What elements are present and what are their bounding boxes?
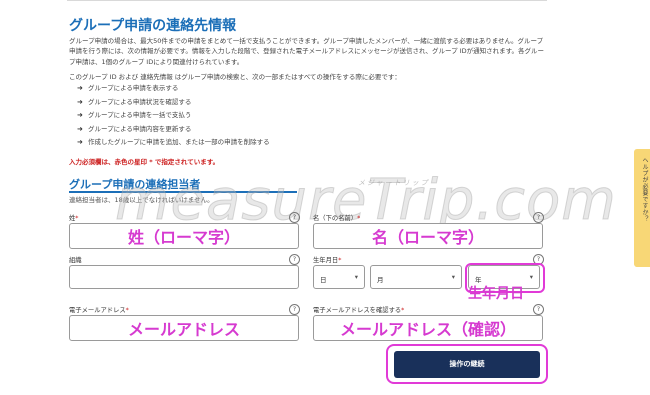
arrow-right-icon: ➜ xyxy=(77,97,83,106)
email-confirm-annotation: メールアドレス（確認） xyxy=(339,320,516,339)
last-name-annotation: 姓（ローマ字） xyxy=(127,228,240,247)
help-tab[interactable]: ヘルプが必要ですか？ xyxy=(634,149,650,267)
help-icon[interactable]: ? xyxy=(289,254,300,265)
required-star: * xyxy=(401,307,405,314)
required-star: * xyxy=(357,215,361,222)
help-icon[interactable]: ? xyxy=(533,212,544,223)
intro-text: グループ申請の場合は、最大50件までの申請をまとめて一括で支払うことができます。… xyxy=(69,36,549,82)
help-icon[interactable]: ? xyxy=(533,304,544,315)
first-name-input[interactable]: 名（ローマ字） xyxy=(313,223,543,249)
chevron-down-icon: ▾ xyxy=(451,273,455,281)
birth-month-select[interactable]: 月 ▾ xyxy=(370,265,462,289)
list-item: ➜ グループによる申請を一括で支払う xyxy=(77,109,270,123)
help-tab-label: ヘルプが必要ですか？ xyxy=(641,157,648,222)
watermark-sub: メジャートリップ xyxy=(358,179,430,187)
chevron-down-icon: ▾ xyxy=(354,273,358,281)
arrow-right-icon: ➜ xyxy=(77,138,83,147)
list-item-label: グループによる申請状況を確認する xyxy=(88,97,192,106)
chevron-down-icon: ▾ xyxy=(529,273,533,281)
list-item-label: グループによる申請を一括で支払う xyxy=(88,111,192,120)
list-item-label: グループによる申請内容を更新する xyxy=(88,124,192,133)
contact-title: グループ申請の連絡担当者 xyxy=(69,178,201,191)
list-item: ➜ グループによる申請状況を確認する xyxy=(77,96,270,110)
list-item-label: 作成したグループに申請を追加、または一部の申請を削除する xyxy=(88,138,270,147)
birth-month-value: 月 xyxy=(377,276,384,284)
email-confirm-input[interactable]: メールアドレス（確認） xyxy=(313,315,543,341)
list-item-label: グループによる申請を表示する xyxy=(88,84,179,92)
email-input[interactable]: メールアドレス xyxy=(69,315,299,341)
last-name-label: 姓* xyxy=(69,215,79,222)
intro-line-2: このグループ ID および 連絡先情報 はグループ申請の検索と、次の一部またはす… xyxy=(69,72,401,81)
birth-label: 生年月日* xyxy=(313,257,342,264)
required-star: * xyxy=(338,257,342,264)
contact-title-underline xyxy=(69,191,297,193)
org-input[interactable] xyxy=(69,265,299,289)
required-star: * xyxy=(75,215,79,222)
first-name-label: 名（下の名前）* xyxy=(313,215,361,222)
required-star: * xyxy=(125,307,129,314)
intro-line-1: グループ申請の場合は、最大50件までの申請をまとめて一括で支払うことができます。… xyxy=(69,37,544,66)
arrow-right-icon: ➜ xyxy=(77,124,83,133)
arrow-right-icon: ➜ xyxy=(77,111,83,120)
email-label: 電子メールアドレス* xyxy=(69,307,129,314)
birth-day-value: 日 xyxy=(320,276,327,284)
org-label: 組織 xyxy=(69,257,82,264)
help-icon[interactable]: ? xyxy=(289,212,300,223)
last-name-input[interactable]: 姓（ローマ字） xyxy=(69,223,299,249)
arrow-right-icon: ➜ xyxy=(77,84,83,92)
top-divider xyxy=(67,0,547,1)
email-annotation: メールアドレス xyxy=(127,320,240,339)
list-item: ➜ グループによる申請を表示する xyxy=(77,82,270,96)
required-note: 入力必須欄は、赤色の星印 * で指定されています。 xyxy=(69,158,220,166)
list-item: ➜ グループによる申請内容を更新する xyxy=(77,123,270,137)
email-confirm-label: 電子メールアドレスを確認する* xyxy=(313,307,405,314)
birth-day-select[interactable]: 日 ▾ xyxy=(313,265,365,289)
help-icon[interactable]: ? xyxy=(289,304,300,315)
contact-note: 連絡担当者は、18歳以上でなければいけません。 xyxy=(69,196,214,204)
first-name-annotation: 名（ローマ字） xyxy=(371,228,484,247)
continue-button[interactable]: 操作の継続 xyxy=(394,351,540,378)
section-title: グループ申請の連絡先情報 xyxy=(69,18,237,34)
list-item: ➜ 作成したグループに申請を追加、または一部の申請を削除する xyxy=(77,136,270,150)
operations-list: ➜ グループによる申請を表示する ➜ グループによる申請状況を確認する ➜ グループに… xyxy=(77,82,270,150)
birth-annotation: 生年月日 xyxy=(468,286,524,302)
